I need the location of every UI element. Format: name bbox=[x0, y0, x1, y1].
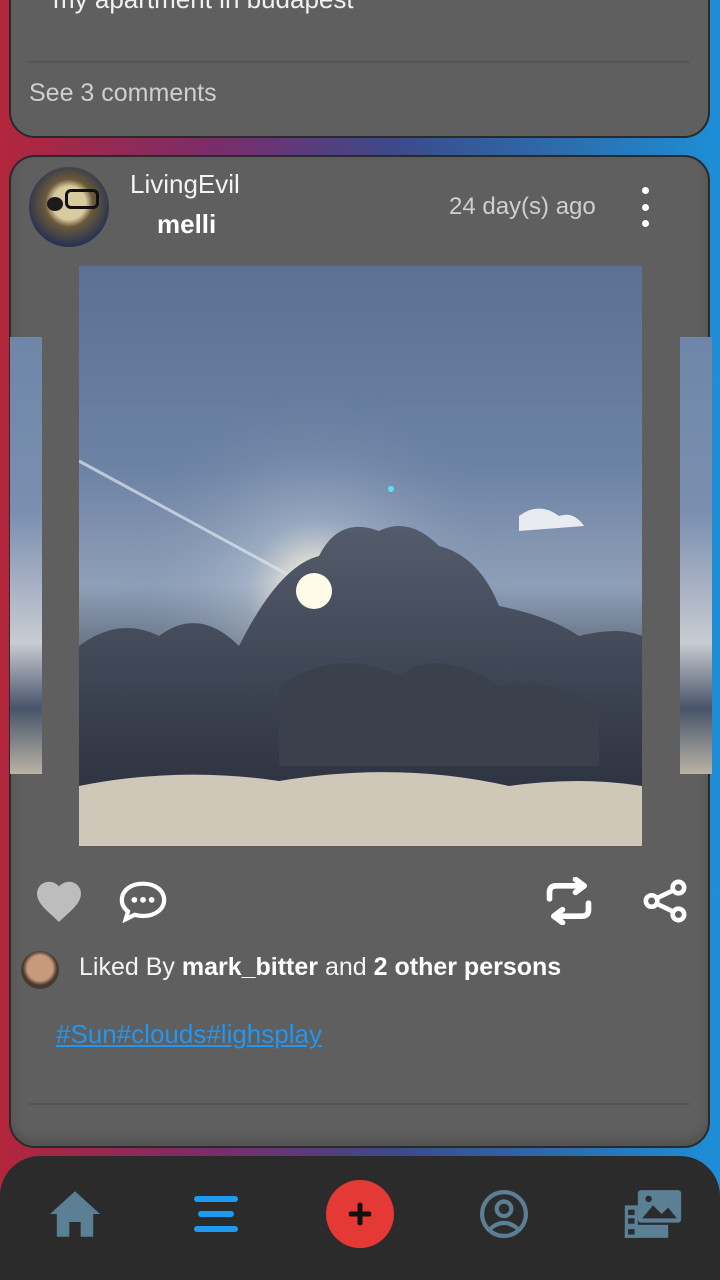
gallery-icon[interactable] bbox=[620, 1186, 686, 1242]
avatar-detail bbox=[65, 189, 99, 209]
bottom-navigation bbox=[0, 1156, 720, 1280]
comment-icon[interactable] bbox=[115, 873, 171, 929]
divider bbox=[29, 1103, 690, 1105]
previous-post-card: my apartment in budapest See 3 comments bbox=[9, 0, 710, 138]
avatar-detail bbox=[47, 197, 63, 211]
carousel-next-image-peek[interactable] bbox=[680, 337, 712, 774]
previous-post-caption: my apartment in budapest bbox=[53, 0, 354, 15]
home-icon[interactable] bbox=[44, 1184, 106, 1244]
more-vertical-icon[interactable] bbox=[633, 187, 657, 227]
avatar[interactable] bbox=[29, 167, 109, 247]
see-comments-link[interactable]: See 3 comments bbox=[29, 79, 217, 108]
liked-by-prefix: Liked By bbox=[79, 953, 182, 981]
post-timestamp: 24 day(s) ago bbox=[449, 193, 596, 220]
liked-by-row[interactable]: Liked By mark_bitter and 2 other persons bbox=[21, 949, 681, 989]
profile-icon[interactable] bbox=[474, 1184, 534, 1244]
post-group-name[interactable]: melli bbox=[157, 209, 216, 240]
liked-by-text: Liked By mark_bitter and 2 other persons bbox=[79, 953, 561, 982]
liked-by-user[interactable]: mark_bitter bbox=[182, 953, 318, 981]
carousel-prev-image-peek[interactable] bbox=[10, 337, 42, 774]
liked-by-others[interactable]: 2 other persons bbox=[374, 953, 562, 981]
post-username[interactable]: LivingEvil bbox=[130, 169, 240, 200]
post-actions bbox=[11, 873, 708, 933]
divider bbox=[29, 61, 690, 63]
liked-by-mid: and bbox=[318, 953, 374, 981]
add-icon[interactable] bbox=[326, 1180, 394, 1248]
repost-icon[interactable] bbox=[541, 873, 597, 929]
heart-icon[interactable] bbox=[31, 873, 87, 929]
post-hashtags[interactable]: #Sun#clouds#lighsplay bbox=[56, 1019, 322, 1050]
avatar[interactable] bbox=[21, 951, 59, 989]
post-card: LivingEvil melli 24 day(s) ago Liked By … bbox=[9, 155, 712, 1148]
menu-icon[interactable] bbox=[186, 1184, 246, 1244]
post-image[interactable] bbox=[79, 266, 642, 846]
share-icon[interactable] bbox=[637, 873, 693, 929]
